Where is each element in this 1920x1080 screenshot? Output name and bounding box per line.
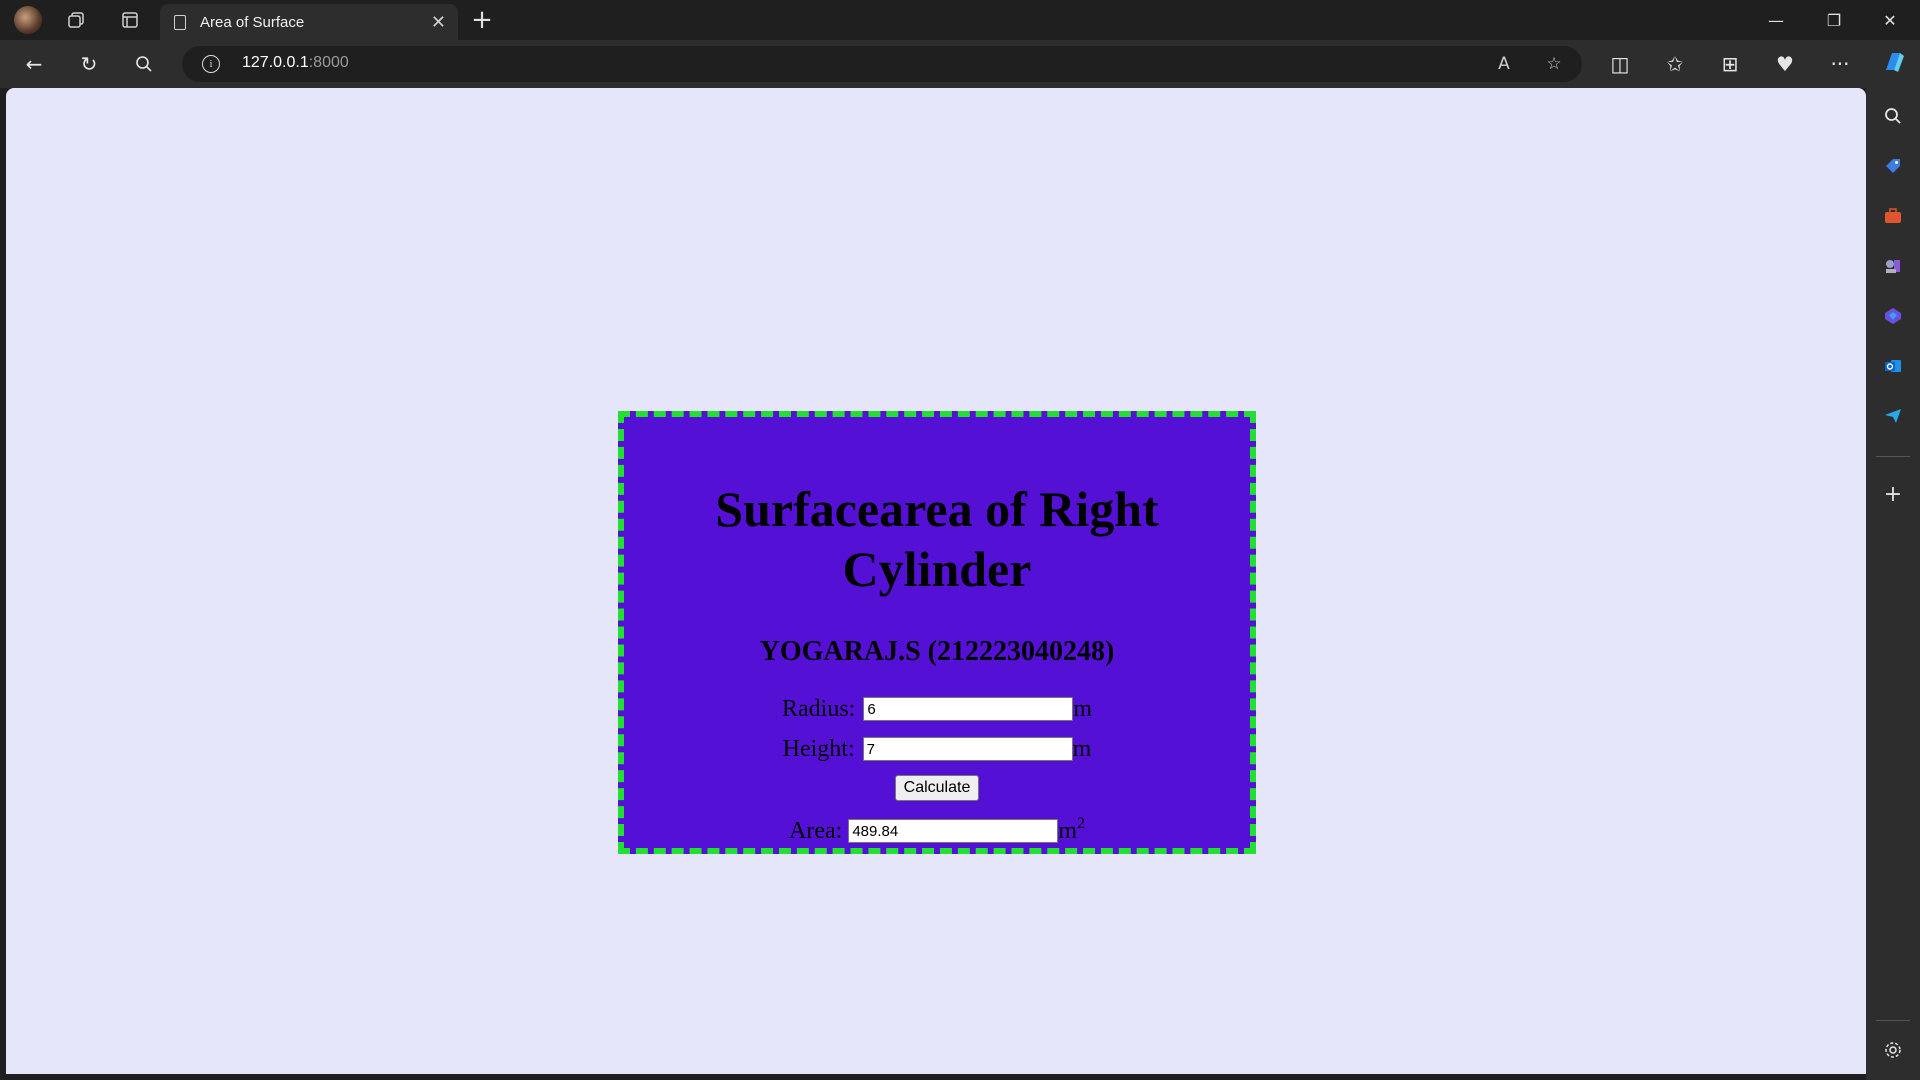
new-tab-button[interactable]: + (468, 5, 496, 35)
settings-gear-icon[interactable] (1879, 1036, 1907, 1064)
area-label: Area: (789, 818, 843, 844)
url-text: 127.0.0.1:8000 (242, 54, 349, 71)
author-heading: YOGARAJ.S (212223040248) (759, 636, 1115, 667)
page-icon (174, 14, 186, 30)
height-row: Height: m (624, 733, 1250, 765)
area-row: Area: m2 (624, 815, 1250, 847)
favorite-star-icon[interactable]: ☆ (1540, 52, 1568, 76)
send-drop-icon[interactable] (1879, 402, 1907, 430)
read-aloud-icon[interactable]: A (1490, 52, 1518, 76)
height-unit: m (1072, 736, 1092, 762)
restore-button[interactable]: ❐ (1806, 0, 1862, 40)
page-viewport: Surfacearea of Right Cylinder YOGARAJ.S … (6, 88, 1866, 1074)
area-unit: m2 (1058, 815, 1085, 845)
vertical-tabs-icon[interactable] (116, 6, 144, 34)
close-window-button[interactable]: ✕ (1862, 0, 1918, 40)
back-button[interactable]: ← (20, 50, 48, 78)
refresh-button[interactable]: ↻ (75, 50, 103, 78)
browser-essentials-icon[interactable]: ♥ (1771, 50, 1799, 78)
search-icon[interactable] (130, 50, 158, 78)
profile-avatar[interactable] (14, 6, 42, 34)
tab-title: Area of Surface (200, 13, 305, 31)
tools-briefcase-icon[interactable] (1879, 202, 1907, 230)
calculate-row: Calculate (624, 775, 1250, 803)
tab-area-of-surface[interactable]: Area of Surface ✕ (160, 4, 458, 40)
more-menu-icon[interactable]: ··· (1826, 50, 1854, 78)
site-info-icon[interactable]: i (202, 55, 220, 73)
height-label: Height: (782, 736, 855, 762)
address-bar[interactable]: i 127.0.0.1:8000 A ☆ (182, 46, 1582, 82)
radius-label: Radius: (781, 696, 856, 722)
workspaces-icon[interactable] (62, 6, 90, 34)
area-unit-exponent: 2 (1076, 815, 1085, 832)
microsoft-365-icon[interactable] (1879, 302, 1907, 330)
sidebar-search-icon[interactable] (1879, 102, 1907, 130)
favorites-icon[interactable]: ✩ (1661, 50, 1689, 78)
outlook-icon[interactable] (1879, 352, 1907, 380)
height-input[interactable] (862, 737, 1073, 761)
sidebar-divider (1876, 456, 1910, 457)
browser-toolbar: ← ↻ i 127.0.0.1:8000 A ☆ ◫ ✩ ⊞ ♥ ··· (0, 40, 1920, 88)
area-output[interactable] (848, 819, 1059, 843)
page-title: Surfacearea of Right Cylinder (715, 481, 1159, 597)
copilot-icon[interactable] (1880, 48, 1908, 76)
calculate-button[interactable]: Calculate (894, 775, 980, 801)
edge-sidebar: + (1866, 88, 1920, 1080)
tab-close-icon[interactable]: ✕ (431, 12, 446, 33)
collections-icon[interactable]: ⊞ (1716, 50, 1744, 78)
add-sidebar-app-icon[interactable]: + (1879, 480, 1907, 508)
radius-unit: m (1073, 696, 1092, 722)
split-screen-icon[interactable]: ◫ (1606, 50, 1634, 78)
radius-input[interactable] (863, 697, 1074, 721)
shopping-tag-icon[interactable] (1879, 152, 1907, 180)
sidebar-divider (1876, 1020, 1910, 1021)
title-bar: Area of Surface ✕ + — ❐ ✕ (0, 0, 1920, 40)
games-icon[interactable] (1879, 252, 1907, 280)
minimize-button[interactable]: — (1748, 0, 1804, 40)
radius-row: Radius: m (624, 693, 1250, 725)
calculator-card: Surfacearea of Right Cylinder YOGARAJ.S … (618, 411, 1256, 854)
